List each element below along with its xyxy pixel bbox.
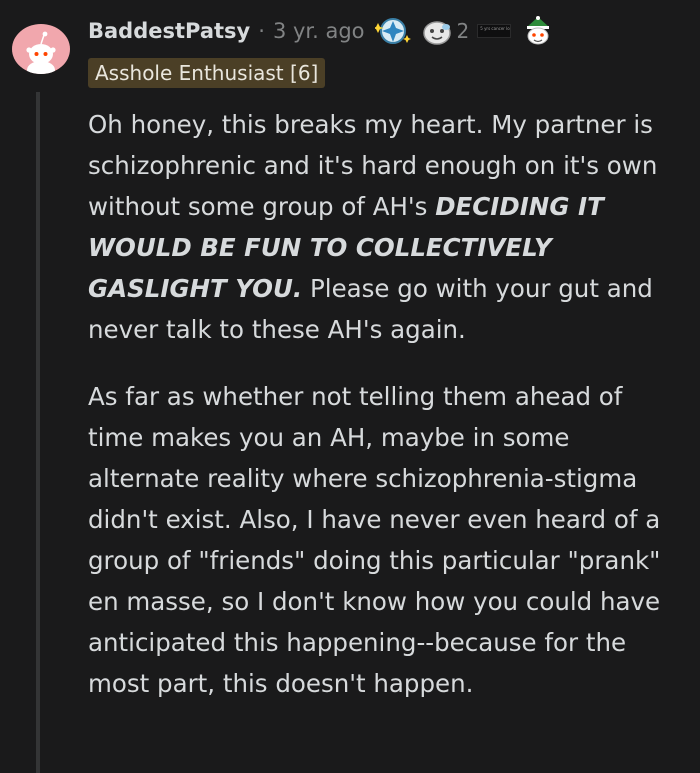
separator: · xyxy=(258,19,265,43)
avatar[interactable] xyxy=(12,24,70,74)
comment-header: BaddestPatsy · 3 yr. ago 2 5 yrs cancer … xyxy=(88,14,555,48)
thread-line[interactable] xyxy=(36,92,40,773)
snoo-elf-award-icon[interactable] xyxy=(521,15,555,47)
paragraph-2: As far as whether not telling them ahead… xyxy=(88,382,661,698)
small-award-text[interactable]: 5 yrs cancer loving life not single, 3 k… xyxy=(477,24,512,38)
comment: BaddestPatsy · 3 yr. ago 2 5 yrs cancer … xyxy=(0,0,700,773)
blue-sparkle-award-icon[interactable] xyxy=(374,15,411,47)
wholesome-award-icon[interactable] xyxy=(421,15,453,47)
comment-body: Oh honey, this breaks my heart. My partn… xyxy=(88,104,678,704)
timestamp[interactable]: 3 yr. ago xyxy=(273,19,365,43)
snoo-avatar-icon xyxy=(26,31,56,74)
user-flair: Asshole Enthusiast [6] xyxy=(88,58,326,88)
username[interactable]: BaddestPatsy xyxy=(88,19,250,43)
paragraph-1: Oh honey, this breaks my heart. My partn… xyxy=(88,104,678,350)
award-count: 2 xyxy=(456,19,470,43)
